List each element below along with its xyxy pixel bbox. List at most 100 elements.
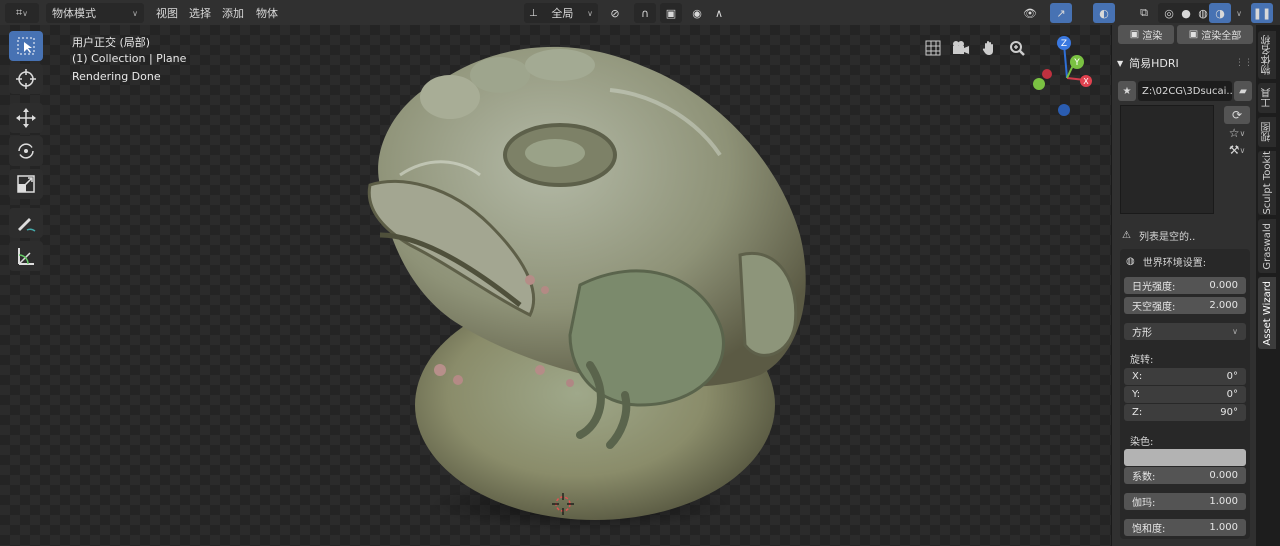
render-label: 渲染 — [1142, 31, 1163, 42]
factor-field[interactable]: 系数: 0.000 — [1124, 467, 1246, 484]
world-settings-label: 世界环境设置: — [1142, 258, 1207, 269]
xray-icon[interactable]: ⧉ — [1133, 3, 1155, 23]
tab-tool[interactable]: 工具 — [1258, 83, 1276, 113]
menu-add[interactable]: 添加 — [216, 3, 250, 23]
render-button[interactable]: ▣ 渲染 — [1118, 25, 1174, 44]
chevron-down-icon: ∨ — [587, 8, 593, 18]
render-buttons: ▣ 渲染 ▣ 渲染全部 — [1118, 25, 1253, 45]
sun-strength-value: 0.000 — [1209, 280, 1238, 291]
shading-options-icon[interactable]: ∨ — [1228, 3, 1250, 23]
annotate-tool[interactable] — [9, 208, 43, 238]
chevron-down-icon: ∨ — [22, 8, 29, 18]
gizmo-neg-z-axis[interactable] — [1058, 104, 1070, 116]
zoom-icon[interactable] — [1006, 37, 1028, 59]
proportional-edit-icon[interactable]: ◉ — [686, 3, 708, 23]
measure-tool[interactable] — [9, 241, 43, 271]
gizmo-neg-y-axis[interactable] — [1033, 78, 1045, 90]
snap-icon[interactable]: ∩ — [634, 3, 656, 23]
render-icon: ▣ — [1129, 29, 1140, 40]
camera-view-icon[interactable] — [950, 37, 972, 59]
snap-target-icon[interactable]: ▣ — [660, 3, 682, 23]
visibility-icon[interactable]: 👁 — [1019, 3, 1041, 23]
tab-asset-wizard[interactable]: Asset Wizard — [1258, 277, 1276, 349]
tab-object-name[interactable]: 物体名称 — [1258, 31, 1276, 79]
transform-orientation-select[interactable]: ⊥ 全局 ∨ — [524, 3, 598, 23]
overlay-toggle-icon[interactable]: ◐ — [1093, 3, 1115, 23]
hdri-preview-list[interactable] — [1120, 105, 1214, 214]
gizmo-toggle-icon[interactable]: ↗ — [1050, 3, 1072, 23]
tint-color-swatch[interactable] — [1124, 449, 1246, 466]
hdri-path-row: ★ Z:\02CG\3Dsucai... ▰ — [1118, 81, 1252, 101]
warning-icon: ⚠ — [1122, 229, 1131, 241]
rotation-z-label: Z: — [1132, 407, 1143, 418]
sun-strength-field[interactable]: 日光强度: 0.000 — [1124, 277, 1246, 294]
render-all-label: 渲染全部 — [1201, 31, 1242, 42]
drag-handle-icon[interactable]: ⋮⋮ — [1235, 58, 1253, 68]
mode-select[interactable]: 物体模式 ∨ — [46, 3, 144, 23]
favorite-star-icon[interactable]: ★ — [1118, 81, 1136, 101]
hdri-panel-header[interactable]: ▼ 简易HDRI ⋮⋮ — [1117, 54, 1253, 72]
sky-strength-value: 2.000 — [1209, 300, 1238, 311]
pan-hand-icon[interactable] — [978, 37, 1000, 59]
tab-label: Sculpt Tookit — [1261, 151, 1273, 215]
saturation-field[interactable]: 饱和度: 1.000 — [1124, 519, 1246, 536]
projection-label: 方形 — [1132, 328, 1152, 339]
sky-strength-label: 天空强度: — [1132, 302, 1176, 313]
empty-list-text: 列表是空的.. — [1138, 231, 1196, 243]
empty-list-warning: ⚠ 列表是空的.. — [1122, 226, 1252, 244]
projection-select[interactable]: 方形 ∨ — [1124, 323, 1246, 340]
menu-view[interactable]: 视图 — [150, 3, 184, 23]
falloff-icon[interactable]: ∧ — [708, 3, 730, 23]
cursor-icon — [16, 69, 36, 89]
tab-sculpt-toolkit[interactable]: Sculpt Tookit — [1258, 151, 1276, 215]
rotation-z-value: 90° — [1220, 407, 1238, 418]
rotate-tool[interactable] — [9, 136, 43, 166]
menu-object[interactable]: 物体 — [250, 3, 284, 23]
gizmo-z-label: Z — [1061, 39, 1067, 49]
cursor-tool[interactable] — [9, 64, 43, 94]
tab-label: 工具 — [1261, 88, 1273, 108]
rotate-icon — [18, 143, 34, 159]
gamma-value: 1.000 — [1209, 496, 1238, 507]
orientation-gizmo[interactable]: Z Y X — [1030, 35, 1110, 125]
annotate-icon — [18, 218, 36, 232]
rotation-z-field[interactable]: Z: 90° — [1124, 404, 1246, 421]
gizmo-neg-x-axis[interactable] — [1042, 69, 1052, 79]
grid-view-icon[interactable] — [922, 37, 944, 59]
hdri-path-field[interactable]: Z:\02CG\3Dsucai... — [1138, 81, 1232, 101]
tab-view[interactable]: 视图 — [1258, 117, 1276, 147]
sidebar-tabs: 物体名称 工具 视图 Sculpt Tookit Graswald Asset … — [1256, 25, 1280, 546]
toad-sculpture-render[interactable] — [340, 35, 820, 535]
tab-label: Asset Wizard — [1261, 280, 1273, 346]
menu-select[interactable]: 选择 — [183, 3, 217, 23]
render-all-button[interactable]: ▣ 渲染全部 — [1177, 25, 1253, 44]
pivot-point-icon[interactable]: ⊘ — [604, 3, 626, 23]
sky-strength-field[interactable]: 天空强度: 2.000 — [1124, 297, 1246, 314]
editor-type-button[interactable]: ⌗ ∨ — [5, 3, 39, 23]
move-icon — [16, 108, 36, 128]
tint-heading: 染色: — [1130, 437, 1154, 448]
3d-viewport[interactable]: 用户正交 (局部) (1) Collection | Plane Renderi… — [0, 25, 1111, 546]
refresh-icon[interactable]: ⟳ — [1224, 106, 1250, 124]
collection-info: (1) Collection | Plane — [72, 52, 187, 65]
3d-cursor-icon — [552, 493, 574, 515]
saturation-label: 饱和度: — [1132, 524, 1166, 535]
rotation-x-field[interactable]: X: 0° — [1124, 368, 1246, 385]
select-box-tool[interactable] — [9, 31, 43, 61]
gamma-field[interactable]: 伽玛: 1.000 — [1124, 493, 1246, 510]
favorites-menu-icon[interactable]: ☆ ∨ — [1224, 124, 1250, 142]
tab-graswald[interactable]: Graswald — [1258, 219, 1276, 273]
tab-label: Graswald — [1261, 222, 1273, 270]
tab-label: 视图 — [1261, 122, 1273, 142]
folder-icon[interactable]: ▰ — [1234, 81, 1252, 101]
view-name: 用户正交 (局部) — [72, 36, 151, 49]
rotation-y-field[interactable]: Y: 0° — [1124, 386, 1246, 403]
saturation-value: 1.000 — [1209, 522, 1238, 533]
tools-menu-icon[interactable]: ⚒ ∨ — [1224, 141, 1250, 159]
rotation-y-label: Y: — [1132, 389, 1141, 400]
move-tool[interactable] — [9, 103, 43, 133]
rotation-x-value: 0° — [1226, 371, 1238, 382]
measure-icon — [18, 248, 34, 265]
pause-render-icon[interactable]: ❚❚ — [1251, 3, 1273, 23]
scale-tool[interactable] — [9, 169, 43, 199]
